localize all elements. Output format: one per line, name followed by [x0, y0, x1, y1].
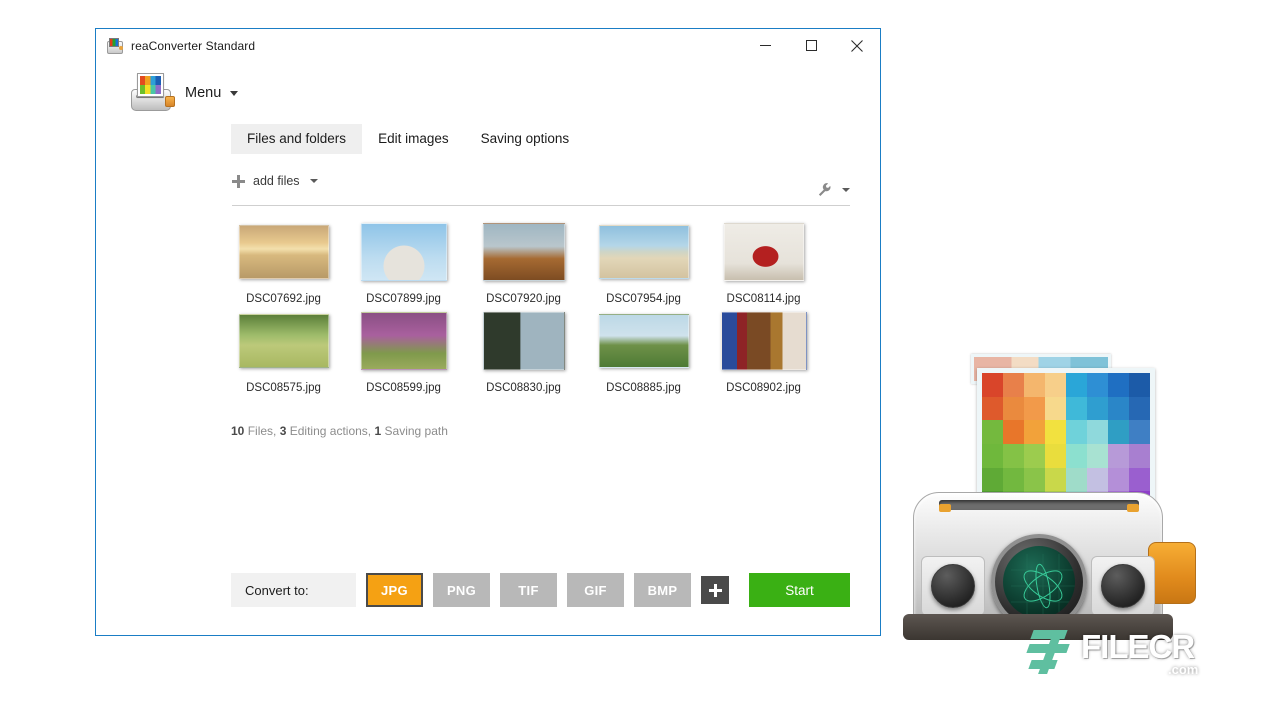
maximize-button[interactable] [788, 29, 834, 62]
file-name: DSC08599.jpg [366, 382, 441, 394]
thumbnail-beach-shoreline [599, 225, 689, 279]
format-button-gif[interactable]: GIF [567, 573, 624, 607]
editing-actions-count: 3 [280, 424, 287, 438]
window-controls [742, 29, 880, 62]
thumbnail-wrap [479, 313, 569, 369]
thumbnail-tree-by-water [483, 312, 565, 370]
list-item[interactable]: DSC08830.jpg [471, 313, 576, 394]
thumbnail-sunset-over-sea [239, 225, 329, 279]
start-button[interactable]: Start [749, 573, 850, 607]
list-item[interactable]: DSC08902.jpg [711, 313, 816, 394]
list-item[interactable]: DSC08885.jpg [591, 313, 696, 394]
add-format-button[interactable] [701, 576, 729, 604]
saving-path-label: Saving path [385, 424, 448, 438]
list-item[interactable]: DSC08114.jpg [711, 224, 816, 305]
thumbnail-wrap [719, 313, 809, 369]
thumbnail-red-exit-box [724, 223, 804, 281]
menu-button[interactable]: Menu [185, 85, 221, 101]
artwork-knob-mode [931, 564, 975, 608]
format-button-bmp[interactable]: BMP [634, 573, 691, 607]
file-name: DSC08575.jpg [246, 382, 321, 394]
app-printer-icon [107, 38, 123, 54]
thumbnail-green-field [239, 314, 329, 368]
filecr-watermark-text: FILECR [1081, 630, 1194, 664]
chevron-down-icon[interactable] [842, 188, 850, 192]
saving-path-count: 1 [374, 424, 381, 438]
tab-edit-images[interactable]: Edit images [362, 124, 465, 154]
convert-bar: Convert to: JPG PNG TIF GIF BMP Start [231, 573, 850, 607]
thumbnail-wrap [719, 224, 809, 280]
application-window: reaConverter Standard Menu Files and fol… [95, 28, 881, 636]
file-name: DSC08902.jpg [726, 382, 801, 394]
files-count: 10 [231, 424, 244, 438]
thumbnail-white-lighthouse [361, 223, 447, 281]
thumbnail-wrap [479, 224, 569, 280]
list-item[interactable]: DSC07899.jpg [351, 224, 456, 305]
converter-device-icon[interactable] [131, 73, 173, 113]
artwork-clip-right [1127, 504, 1139, 512]
chevron-down-icon[interactable] [230, 91, 238, 96]
file-name: DSC07954.jpg [606, 293, 681, 305]
plus-icon[interactable] [232, 175, 245, 188]
file-name: DSC08885.jpg [606, 382, 681, 394]
format-button-jpg[interactable]: JPG [366, 573, 423, 607]
chevron-down-icon[interactable] [310, 179, 318, 183]
title-bar: reaConverter Standard [96, 29, 880, 62]
menu-bar: Menu [96, 62, 880, 124]
list-item[interactable]: DSC07692.jpg [231, 224, 336, 305]
editing-actions-label: Editing actions, [290, 424, 371, 438]
file-row: DSC08575.jpg DSC08599.jpg DSC08830.jpg D… [231, 313, 831, 394]
wrench-icon[interactable] [817, 182, 832, 197]
file-name: DSC08114.jpg [727, 293, 801, 305]
artwork-clip-left [939, 504, 951, 512]
format-button-png[interactable]: PNG [433, 573, 490, 607]
list-item[interactable]: DSC07920.jpg [471, 224, 576, 305]
artwork-dial-screen [1003, 546, 1075, 618]
convert-to-label: Convert to: [231, 573, 356, 607]
tab-bar: Files and folders Edit images Saving opt… [96, 124, 880, 154]
list-item[interactable]: DSC08599.jpg [351, 313, 456, 394]
plus-icon [709, 584, 722, 597]
thumbnail-wrap [359, 224, 449, 280]
thumbnail-colorful-fabrics [721, 312, 807, 370]
thumbnail-wrap [599, 224, 689, 280]
artwork-knob-time [1101, 564, 1145, 608]
file-row: DSC07692.jpg DSC07899.jpg DSC07920.jpg D… [231, 224, 831, 305]
add-files-button[interactable]: add files [253, 174, 300, 188]
file-name: DSC07692.jpg [246, 293, 321, 305]
filecr-logo-icon [1028, 628, 1080, 678]
list-item[interactable]: DSC07954.jpg [591, 224, 696, 305]
thumbnail-wrap [599, 313, 689, 369]
thumbnail-wrap [239, 313, 329, 369]
artwork-lever [1148, 542, 1196, 604]
list-item[interactable]: DSC08575.jpg [231, 313, 336, 394]
file-name: DSC07899.jpg [366, 293, 441, 305]
window-title: reaConverter Standard [131, 39, 255, 53]
thumbnail-landscape-trees [599, 314, 689, 368]
format-button-tif[interactable]: TIF [500, 573, 557, 607]
status-summary: 10 Files, 3 Editing actions, 1 Saving pa… [231, 424, 880, 438]
thumbnail-wrap [239, 224, 329, 280]
files-label: Files, [248, 424, 277, 438]
thumbnail-bird-on-rock [483, 223, 565, 281]
settings-group[interactable] [817, 182, 850, 197]
add-files-bar: add files [232, 166, 850, 206]
tab-files-and-folders[interactable]: Files and folders [231, 124, 362, 154]
file-list: DSC07692.jpg DSC07899.jpg DSC07920.jpg D… [231, 224, 831, 394]
thumbnail-wrap [359, 313, 449, 369]
filecr-watermark: FILECR .com [1028, 626, 1213, 684]
filecr-watermark-suffix: .com [1168, 662, 1198, 677]
thumbnail-purple-eggplants [361, 312, 447, 370]
artwork-paper-slot [939, 500, 1139, 510]
close-button[interactable] [834, 29, 880, 62]
minimize-button[interactable] [742, 29, 788, 62]
tab-saving-options[interactable]: Saving options [465, 124, 586, 154]
file-name: DSC07920.jpg [486, 293, 561, 305]
file-name: DSC08830.jpg [486, 382, 561, 394]
